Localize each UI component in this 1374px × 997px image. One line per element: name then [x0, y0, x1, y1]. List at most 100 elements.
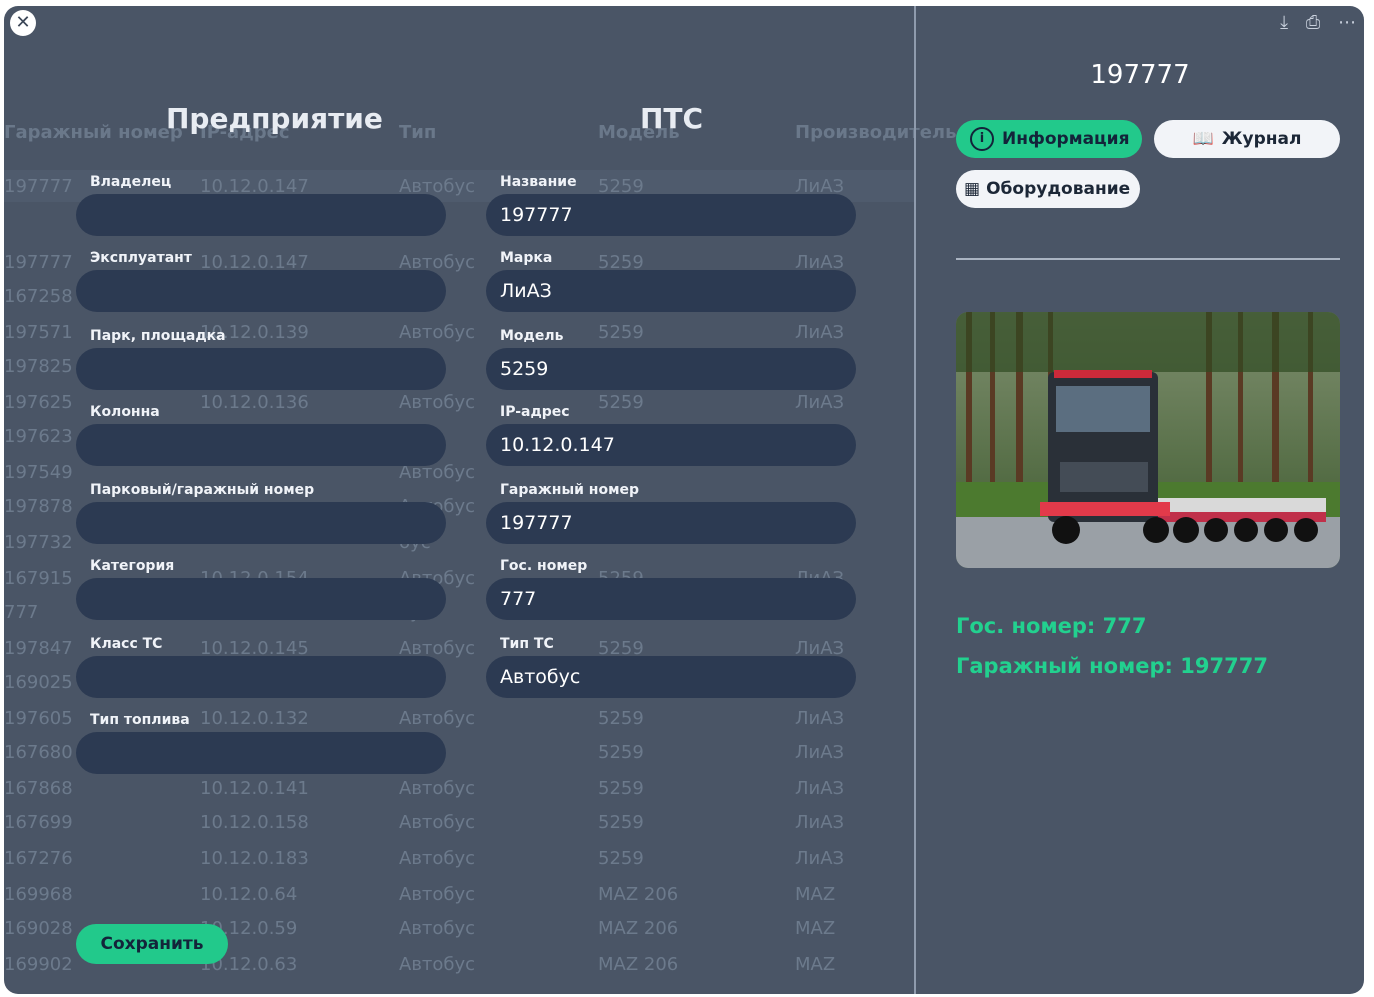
- table-cell: Автобус: [399, 848, 476, 869]
- table-cell: ЛиАЗ: [795, 848, 845, 869]
- table-cell: 197732: [4, 532, 73, 553]
- vehicle-modal-window: ✕ Гаражный номер IP-адрес Тип Модель Про…: [4, 6, 1364, 994]
- table-cell: ЛиАЗ: [795, 778, 845, 799]
- print-icon[interactable]: ⎙: [1306, 12, 1320, 33]
- operator-field[interactable]: [76, 270, 446, 312]
- category-label: Категория: [90, 558, 175, 574]
- pts-title: ПТС: [640, 102, 704, 135]
- garage-number-field[interactable]: 197777: [486, 502, 856, 544]
- park-field[interactable]: [76, 348, 446, 390]
- table-cell: Автобус: [399, 708, 476, 729]
- table-cell: 10.12.0.136: [200, 392, 309, 413]
- more-icon[interactable]: ⋯: [1338, 12, 1356, 33]
- table-cell: 5259: [598, 708, 644, 729]
- park-garage-number-field[interactable]: [76, 502, 446, 544]
- gos-number-info: Гос. номер: 777: [956, 614, 1147, 638]
- table-cell: Автобус: [399, 778, 476, 799]
- table-cell: 5259: [598, 742, 644, 763]
- table-row[interactable]: 167868 10.12.0.141 Автобус 5259 ЛиАЗ: [4, 772, 916, 804]
- table-row[interactable]: 167699 10.12.0.158 Автобус 5259 ЛиАЗ: [4, 806, 916, 838]
- col-header-garage[interactable]: Гаражный номер: [4, 122, 183, 143]
- table-cell: ЛиАЗ: [795, 742, 845, 763]
- gos-number-label: Гос. номер: [500, 558, 588, 574]
- table-cell: 169025: [4, 672, 73, 693]
- table-cell: 197777: [4, 176, 73, 197]
- table-row[interactable]: 169968 10.12.0.64 Автобус MAZ 206 MAZ: [4, 878, 916, 910]
- name-field[interactable]: 197777: [486, 194, 856, 236]
- table-cell: 5259: [598, 848, 644, 869]
- table-cell: MAZ: [795, 884, 836, 905]
- table-cell: 197549: [4, 462, 73, 483]
- tab-equipment[interactable]: ▦ Оборудование: [956, 170, 1140, 208]
- model-field[interactable]: 5259: [486, 348, 856, 390]
- panel-divider: [914, 6, 916, 994]
- vehicle-type-field[interactable]: Автобус: [486, 656, 856, 698]
- owner-field[interactable]: [76, 194, 446, 236]
- table-cell: 197625: [4, 392, 73, 413]
- brand-field[interactable]: ЛиАЗ: [486, 270, 856, 312]
- table-cell: 167699: [4, 812, 73, 833]
- table-cell: ЛиАЗ: [795, 708, 845, 729]
- table-cell: 5259: [598, 812, 644, 833]
- table-cell: 5259: [598, 392, 644, 413]
- table-cell: 10.12.0.158: [200, 812, 309, 833]
- ip-address-field[interactable]: 10.12.0.147: [486, 424, 856, 466]
- table-cell: 167258: [4, 286, 73, 307]
- vehicle-title: 197777: [1090, 60, 1190, 90]
- col-header-type[interactable]: Тип: [399, 122, 436, 143]
- park-label: Парк, площадка: [90, 328, 226, 344]
- table-cell: MAZ 206: [598, 884, 679, 905]
- tab-equipment-label: Оборудование: [986, 179, 1131, 199]
- vehicle-class-label: Класс ТС: [90, 636, 163, 652]
- category-field[interactable]: [76, 578, 446, 620]
- tab-journal-label: Журнал: [1221, 129, 1302, 149]
- gos-number-field[interactable]: 777: [486, 578, 856, 620]
- garage-number-label: Гаражный номер: [500, 482, 640, 498]
- table-cell: MAZ 206: [598, 954, 679, 975]
- name-label: Название: [500, 174, 577, 190]
- fuel-type-field[interactable]: [76, 732, 446, 774]
- table-cell: 167915: [4, 568, 73, 589]
- vehicle-type-label: Тип ТС: [500, 636, 554, 652]
- enterprise-title: Предприятие: [166, 102, 383, 135]
- table-cell: 197777: [4, 252, 73, 273]
- table-cell: 167276: [4, 848, 73, 869]
- equipment-icon: ▦: [964, 179, 981, 199]
- table-cell: 10.12.0.132: [200, 708, 309, 729]
- save-button[interactable]: Сохранить: [76, 924, 228, 964]
- operator-label: Эксплуатант: [90, 250, 192, 266]
- table-cell: 10.12.0.64: [200, 884, 298, 905]
- model-label: Модель: [500, 328, 564, 344]
- table-cell: 167680: [4, 742, 73, 763]
- table-cell: 197825: [4, 356, 73, 377]
- fuel-type-label: Тип топлива: [90, 712, 190, 728]
- table-cell: 167868: [4, 778, 73, 799]
- table-cell: 169902: [4, 954, 73, 975]
- table-row[interactable]: 167276 10.12.0.183 Автобус 5259 ЛиАЗ: [4, 842, 916, 874]
- table-cell: 197605: [4, 708, 73, 729]
- table-cell: 169028: [4, 918, 73, 939]
- table-cell: Автобус: [399, 812, 476, 833]
- column-label: Колонна: [90, 404, 160, 420]
- table-cell: 169968: [4, 884, 73, 905]
- table-cell: Автобус: [399, 322, 476, 343]
- tab-journal[interactable]: 📖 Журнал: [1154, 120, 1340, 158]
- vehicle-class-field[interactable]: [76, 656, 446, 698]
- tab-info[interactable]: i Информация: [956, 120, 1142, 158]
- table-cell: 10.12.0.183: [200, 848, 309, 869]
- column-field[interactable]: [76, 424, 446, 466]
- owner-label: Владелец: [90, 174, 172, 190]
- ip-address-label: IP-адрес: [500, 404, 570, 420]
- col-header-manufacturer[interactable]: Производитель: [795, 122, 957, 143]
- table-cell: 777: [4, 602, 39, 623]
- table-cell: 197623: [4, 426, 73, 447]
- garage-number-info: Гаражный номер: 197777: [956, 654, 1268, 678]
- table-cell: 5259: [598, 322, 644, 343]
- table-cell: 197571: [4, 322, 73, 343]
- download-icon[interactable]: ⤓: [1280, 12, 1288, 33]
- info-icon: i: [970, 127, 994, 151]
- table-cell: ЛиАЗ: [795, 812, 845, 833]
- table-cell: Автобус: [399, 918, 476, 939]
- close-icon[interactable]: ✕: [10, 10, 36, 36]
- table-cell: MAZ: [795, 918, 836, 939]
